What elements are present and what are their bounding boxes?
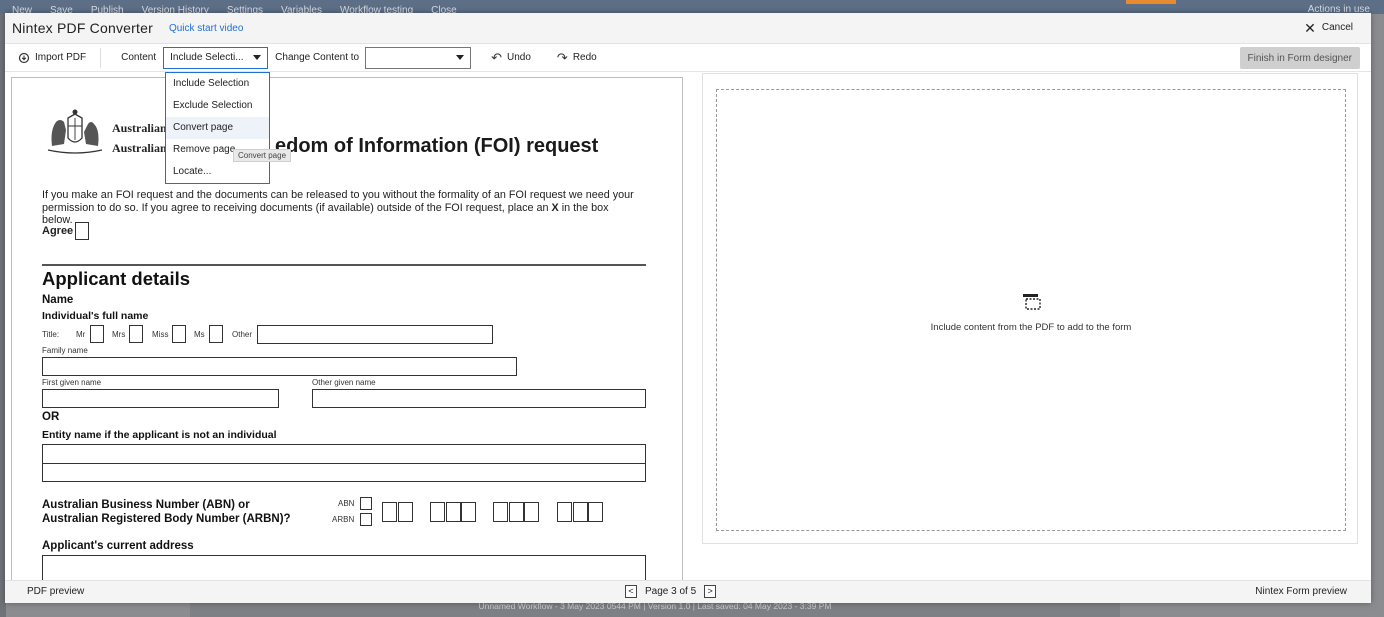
import-pdf-button[interactable]: Import PDF [18,47,102,68]
pdf-preview-label: PDF preview [27,586,85,597]
import-pdf-label: Import PDF [35,52,87,63]
abn-digit-box[interactable] [430,502,445,522]
menu-item-locate[interactable]: Locate... [166,161,269,183]
form-title: edom of Information (FOI) request [275,135,599,157]
empty-preview-message: Include content from the PDF to add to t… [930,322,1132,333]
title-option-mrs: Mrs [112,330,126,339]
entity-field-divider [42,463,646,464]
current-address-field[interactable] [42,555,646,581]
entity-name-label: Entity name if the applicant is not an i… [42,429,277,441]
arbn-label: ARBN [332,515,355,524]
pdf-converter-dialog: Nintex PDF Converter Quick start video ✕… [5,13,1371,603]
menu-item-convert-page[interactable]: Convert page [166,117,269,139]
title-mrs-checkbox[interactable] [129,325,143,343]
selection-icon [1023,294,1041,310]
first-given-name-label: First given name [42,378,102,387]
intro-line1: If you make an FOI request and the docum… [42,189,634,201]
redo-icon: ↷ [556,49,568,65]
agency-name-line2: Australian [112,141,167,155]
section-divider [42,264,646,266]
page-indicator: Page 3 of 5 [645,586,697,597]
abn-digit-box[interactable] [572,502,588,522]
abn-digit-box[interactable] [524,502,539,522]
form-preview-pane: Include content from the PDF to add to t… [702,73,1358,544]
menu-item-include-selection[interactable]: Include Selection [166,73,269,95]
section-title: Applicant details [42,268,191,289]
redo-label: Redo [572,52,597,63]
current-address-label: Applicant's current address [42,540,194,552]
title-other-field[interactable] [257,325,493,344]
abn-digit-box[interactable] [382,502,397,522]
agree-checkbox[interactable] [75,222,89,240]
prev-page-button[interactable]: < [625,585,637,598]
full-name-heading: Individual's full name [42,310,149,322]
agree-label: Agree [42,225,74,237]
agency-name-line1: Australian [112,121,167,135]
cancel-button[interactable]: ✕ Cancel [1304,19,1353,36]
change-content-select[interactable] [365,46,472,69]
undo-button[interactable]: ↶ Undo [491,50,531,66]
abn-digit-box[interactable] [493,502,508,522]
pdf-page[interactable]: Australian Australian edom of Informatio… [12,78,682,581]
cancel-label: Cancel [1321,22,1353,33]
abn-label: ABN [338,499,355,508]
abn-digit-box[interactable] [557,502,572,522]
page-navigator: < Page 3 of 5 > [625,585,717,598]
intro-paragraph: If you make an FOI request and the docum… [42,189,642,227]
other-given-name-label: Other given name [312,378,376,387]
first-given-name-field[interactable] [42,389,279,408]
title-ms-checkbox[interactable] [209,325,223,343]
finish-in-form-designer-button[interactable]: Finish in Form designer [1239,47,1360,69]
title-option-mr: Mr [76,330,86,339]
quick-start-video-link[interactable]: Quick start video [169,23,243,34]
content-select-value: Include Selecti... [170,52,244,63]
abn-digit-box[interactable] [461,502,476,522]
background-accent-bar [1126,0,1176,4]
arbn-checkbox[interactable] [360,513,372,526]
content-label: Content [121,52,157,63]
abn-digit-box[interactable] [445,502,461,522]
converter-toolbar: Import PDF Content Include Selecti... Ch… [5,44,1371,72]
abn-digit-box[interactable] [397,502,413,522]
name-heading: Name [42,294,74,306]
title-mr-checkbox[interactable] [90,325,104,343]
change-content-label: Change Content to [275,52,360,63]
undo-icon: ↶ [491,49,503,65]
title-option-ms: Ms [194,330,205,339]
abn-checkbox[interactable] [360,497,372,510]
form-preview-label: Nintex Form preview [1255,586,1347,597]
chevron-down-icon [253,55,262,60]
abn-digit-box[interactable] [588,502,603,522]
abn-heading-line1: Australian Business Number (ABN) or [42,499,250,511]
dialog-titlebar: Nintex PDF Converter Quick start video ✕… [5,13,1371,44]
intro-line2: permission to do so. If you agree to rec… [42,201,609,227]
pdf-preview-pane[interactable]: Australian Australian edom of Informatio… [11,77,683,582]
content-dropdown-menu: Include Selection Exclude Selection Conv… [165,72,270,184]
content-select[interactable]: Include Selecti... [163,46,269,69]
import-icon [18,52,30,63]
coat-of-arms-icon [47,109,103,154]
other-given-name-field[interactable] [312,389,646,408]
chevron-down-icon [456,55,465,60]
title-option-miss: Miss [152,330,169,339]
dialog-footer: PDF preview < Page 3 of 5 > Nintex Form … [5,580,1371,603]
undo-label: Undo [507,52,531,63]
convert-page-tooltip: Convert page [233,149,292,162]
title-label: Title: [42,330,60,339]
or-label: OR [42,411,60,423]
family-name-label: Family name [42,346,88,355]
abn-heading-line2: Australian Registered Body Number (ARBN)… [42,513,291,525]
menu-item-exclude-selection[interactable]: Exclude Selection [166,95,269,117]
title-miss-checkbox[interactable] [172,325,186,343]
redo-button[interactable]: ↷ Redo [557,50,597,66]
next-page-button[interactable]: > [704,585,717,598]
family-name-field[interactable] [42,357,517,376]
dialog-title: Nintex PDF Converter [12,20,153,36]
close-icon: ✕ [1304,19,1316,36]
form-drop-zone[interactable]: Include content from the PDF to add to t… [716,89,1346,531]
title-option-other: Other [232,330,253,339]
abn-digit-box[interactable] [508,502,524,522]
